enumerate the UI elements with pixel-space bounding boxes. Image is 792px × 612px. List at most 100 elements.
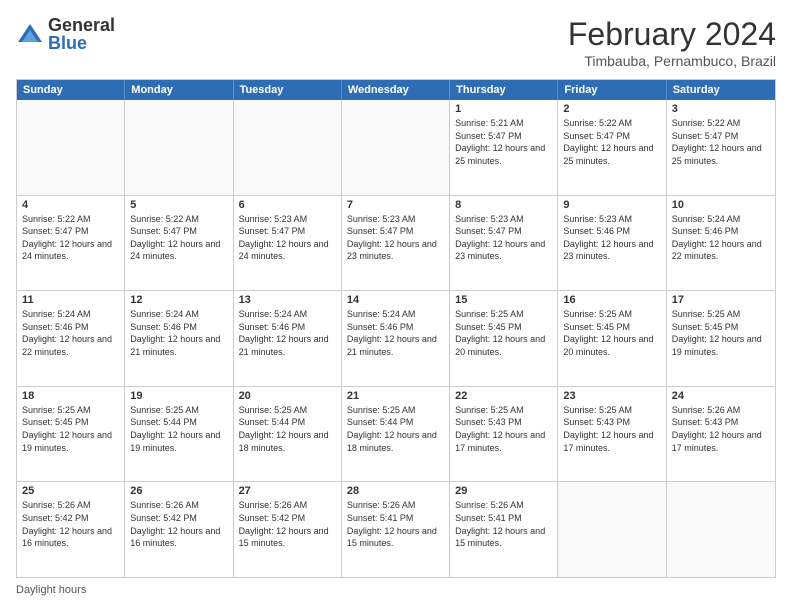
- cal-header-cell: Saturday: [667, 80, 775, 100]
- cal-cell: 21 Sunrise: 5:25 AM Sunset: 5:44 PM Dayli…: [342, 387, 450, 482]
- day-number: 23: [563, 390, 660, 402]
- day-info: Sunrise: 5:24 AM Sunset: 5:46 PM Dayligh…: [672, 213, 770, 263]
- day-number: 25: [22, 485, 119, 497]
- day-info: Sunrise: 5:22 AM Sunset: 5:47 PM Dayligh…: [672, 117, 770, 167]
- day-info: Sunrise: 5:23 AM Sunset: 5:47 PM Dayligh…: [455, 213, 552, 263]
- day-info: Sunrise: 5:22 AM Sunset: 5:47 PM Dayligh…: [130, 213, 227, 263]
- day-info: Sunrise: 5:21 AM Sunset: 5:47 PM Dayligh…: [455, 117, 552, 167]
- cal-cell: 11 Sunrise: 5:24 AM Sunset: 5:46 PM Dayli…: [17, 291, 125, 386]
- day-info: Sunrise: 5:25 AM Sunset: 5:43 PM Dayligh…: [563, 404, 660, 454]
- day-info: Sunrise: 5:26 AM Sunset: 5:42 PM Dayligh…: [130, 499, 227, 549]
- cal-week: 11 Sunrise: 5:24 AM Sunset: 5:46 PM Dayli…: [17, 290, 775, 386]
- day-info: Sunrise: 5:25 AM Sunset: 5:45 PM Dayligh…: [455, 308, 552, 358]
- calendar-body: 1 Sunrise: 5:21 AM Sunset: 5:47 PM Daylig…: [17, 100, 775, 577]
- cal-week: 18Sunrise: 5:25 AM Sunset: 5:45 PM Dayli…: [17, 386, 775, 482]
- page: General Blue February 2024 Timbauba, Per…: [0, 0, 792, 612]
- cal-cell: 10 Sunrise: 5:24 AM Sunset: 5:46 PM Dayli…: [667, 196, 775, 291]
- day-info: Sunrise: 5:26 AM Sunset: 5:41 PM Dayligh…: [455, 499, 552, 549]
- cal-week: 4Sunrise: 5:22 AM Sunset: 5:47 PM Daylig…: [17, 195, 775, 291]
- cal-cell: [342, 100, 450, 195]
- day-info: Sunrise: 5:26 AM Sunset: 5:43 PM Dayligh…: [672, 404, 770, 454]
- cal-cell: 2Sunrise: 5:22 AM Sunset: 5:47 PM Daylig…: [558, 100, 666, 195]
- day-info: Sunrise: 5:26 AM Sunset: 5:42 PM Dayligh…: [239, 499, 336, 549]
- logo-text: General Blue: [48, 16, 115, 52]
- day-info: Sunrise: 5:26 AM Sunset: 5:42 PM Dayligh…: [22, 499, 119, 549]
- cal-header-cell: Sunday: [17, 80, 125, 100]
- day-number: 28: [347, 485, 444, 497]
- logo: General Blue: [16, 16, 115, 52]
- cal-week: 1 Sunrise: 5:21 AM Sunset: 5:47 PM Daylig…: [17, 100, 775, 195]
- day-number: 21: [347, 390, 444, 402]
- cal-cell: 7Sunrise: 5:23 AM Sunset: 5:47 PM Daylig…: [342, 196, 450, 291]
- cal-week: 25 Sunrise: 5:26 AM Sunset: 5:42 PM Dayli…: [17, 481, 775, 577]
- cal-cell: 6 Sunrise: 5:23 AM Sunset: 5:47 PM Daylig…: [234, 196, 342, 291]
- cal-cell: [667, 482, 775, 577]
- day-number: 20: [239, 390, 336, 402]
- cal-cell: 27Sunrise: 5:26 AM Sunset: 5:42 PM Dayli…: [234, 482, 342, 577]
- logo-general: General: [48, 16, 115, 34]
- cal-cell: 12 Sunrise: 5:24 AM Sunset: 5:46 PM Dayli…: [125, 291, 233, 386]
- cal-cell: 17 Sunrise: 5:25 AM Sunset: 5:45 PM Dayli…: [667, 291, 775, 386]
- day-number: 14: [347, 294, 444, 306]
- day-number: 5: [130, 199, 227, 211]
- cal-cell: 20 Sunrise: 5:25 AM Sunset: 5:44 PM Dayli…: [234, 387, 342, 482]
- day-number: 16: [563, 294, 660, 306]
- day-info: Sunrise: 5:25 AM Sunset: 5:44 PM Dayligh…: [130, 404, 227, 454]
- header: General Blue February 2024 Timbauba, Per…: [16, 16, 776, 69]
- day-number: 11: [22, 294, 119, 306]
- month-title: February 2024: [568, 16, 776, 53]
- cal-cell: 3 Sunrise: 5:22 AM Sunset: 5:47 PM Daylig…: [667, 100, 775, 195]
- logo-icon: [16, 20, 44, 48]
- day-number: 18: [22, 390, 119, 402]
- day-info: Sunrise: 5:26 AM Sunset: 5:41 PM Dayligh…: [347, 499, 444, 549]
- cal-cell: 9 Sunrise: 5:23 AM Sunset: 5:46 PM Daylig…: [558, 196, 666, 291]
- day-info: Sunrise: 5:24 AM Sunset: 5:46 PM Dayligh…: [22, 308, 119, 358]
- day-number: 29: [455, 485, 552, 497]
- day-number: 26: [130, 485, 227, 497]
- cal-cell: 19 Sunrise: 5:25 AM Sunset: 5:44 PM Dayli…: [125, 387, 233, 482]
- day-number: 15: [455, 294, 552, 306]
- day-number: 19: [130, 390, 227, 402]
- day-info: Sunrise: 5:24 AM Sunset: 5:46 PM Dayligh…: [130, 308, 227, 358]
- cal-cell: 5 Sunrise: 5:22 AM Sunset: 5:47 PM Daylig…: [125, 196, 233, 291]
- cal-cell: 1 Sunrise: 5:21 AM Sunset: 5:47 PM Daylig…: [450, 100, 558, 195]
- day-number: 17: [672, 294, 770, 306]
- day-info: Sunrise: 5:25 AM Sunset: 5:45 PM Dayligh…: [563, 308, 660, 358]
- day-info: Sunrise: 5:25 AM Sunset: 5:44 PM Dayligh…: [347, 404, 444, 454]
- cal-cell: [125, 100, 233, 195]
- cal-header-cell: Thursday: [450, 80, 558, 100]
- cal-cell: 18Sunrise: 5:25 AM Sunset: 5:45 PM Dayli…: [17, 387, 125, 482]
- cal-cell: [234, 100, 342, 195]
- cal-header-cell: Monday: [125, 80, 233, 100]
- logo-blue: Blue: [48, 34, 115, 52]
- cal-cell: 28 Sunrise: 5:26 AM Sunset: 5:41 PM Dayli…: [342, 482, 450, 577]
- calendar: SundayMondayTuesdayWednesdayThursdayFrid…: [16, 79, 776, 578]
- day-info: Sunrise: 5:23 AM Sunset: 5:46 PM Dayligh…: [563, 213, 660, 263]
- day-number: 6: [239, 199, 336, 211]
- cal-cell: 26 Sunrise: 5:26 AM Sunset: 5:42 PM Dayli…: [125, 482, 233, 577]
- day-info: Sunrise: 5:23 AM Sunset: 5:47 PM Dayligh…: [239, 213, 336, 263]
- cal-cell: 16 Sunrise: 5:25 AM Sunset: 5:45 PM Dayli…: [558, 291, 666, 386]
- day-info: Sunrise: 5:22 AM Sunset: 5:47 PM Dayligh…: [22, 213, 119, 263]
- day-info: Sunrise: 5:25 AM Sunset: 5:44 PM Dayligh…: [239, 404, 336, 454]
- calendar-header: SundayMondayTuesdayWednesdayThursdayFrid…: [17, 80, 775, 100]
- cal-cell: 25 Sunrise: 5:26 AM Sunset: 5:42 PM Dayli…: [17, 482, 125, 577]
- day-number: 10: [672, 199, 770, 211]
- location: Timbauba, Pernambuco, Brazil: [568, 53, 776, 69]
- day-number: 24: [672, 390, 770, 402]
- day-number: 7: [347, 199, 444, 211]
- day-number: 12: [130, 294, 227, 306]
- day-number: 3: [672, 103, 770, 115]
- day-number: 9: [563, 199, 660, 211]
- cal-cell: 23 Sunrise: 5:25 AM Sunset: 5:43 PM Dayli…: [558, 387, 666, 482]
- cal-cell: 22 Sunrise: 5:25 AM Sunset: 5:43 PM Dayli…: [450, 387, 558, 482]
- day-info: Sunrise: 5:25 AM Sunset: 5:45 PM Dayligh…: [672, 308, 770, 358]
- cal-cell: 13Sunrise: 5:24 AM Sunset: 5:46 PM Dayli…: [234, 291, 342, 386]
- cal-cell: 29 Sunrise: 5:26 AM Sunset: 5:41 PM Dayli…: [450, 482, 558, 577]
- cal-cell: [17, 100, 125, 195]
- cal-header-cell: Friday: [558, 80, 666, 100]
- day-number: 22: [455, 390, 552, 402]
- day-number: 1: [455, 103, 552, 115]
- day-info: Sunrise: 5:25 AM Sunset: 5:43 PM Dayligh…: [455, 404, 552, 454]
- day-number: 2: [563, 103, 660, 115]
